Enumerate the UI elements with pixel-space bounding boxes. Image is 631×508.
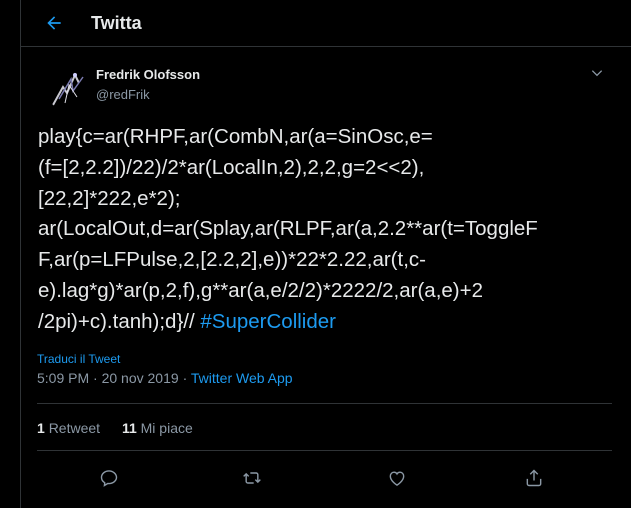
meta-separator: · xyxy=(93,370,98,386)
tweet-detail-panel: Twitta Fredrik Olofsson @redFrik play{c=… xyxy=(20,0,631,508)
tweet-text-line: e).lag*g)*ar(p,2,f),g**ar(a,e/2/2)*2222/… xyxy=(38,278,483,302)
tweet-text-line: F,ar(p=LFPulse,2,[2.2,2],e))*22*2.22,ar(… xyxy=(38,248,426,272)
author-handle[interactable]: @redFrik xyxy=(96,87,150,102)
tweet-text-line: play{c=ar(RHPF,ar(CombN,ar(a=SinOsc,e= xyxy=(38,125,433,148)
tweet-date[interactable]: 20 nov 2019 xyxy=(102,370,179,386)
retweet-icon xyxy=(243,472,261,484)
hashtag-link[interactable]: #SuperCollider xyxy=(200,310,336,333)
tweet-text-line: (f=[2,2.2])/22)/2*ar(LocalIn,2),2,2,g=2<… xyxy=(38,155,425,179)
author-name[interactable]: Fredrik Olofsson xyxy=(96,67,200,82)
reply-icon xyxy=(100,470,118,487)
tweet-meta: 5:09 PM · 20 nov 2019 · Twitter Web App xyxy=(37,370,293,386)
tweet-actions xyxy=(21,463,631,493)
retweets-count: 1 xyxy=(37,420,45,436)
reply-button[interactable] xyxy=(94,463,124,493)
meta-separator: · xyxy=(182,370,188,386)
tweet-stats: 1 Retweet 11 Mi piace xyxy=(37,420,193,436)
page-title: Twitta xyxy=(91,13,142,33)
header: Twitta xyxy=(21,0,631,47)
share-button[interactable] xyxy=(519,463,549,493)
avatar[interactable] xyxy=(45,63,93,111)
share-icon xyxy=(526,469,542,487)
tweet-text-line: [22,2]*222,e*2); xyxy=(38,186,181,210)
like-button[interactable] xyxy=(382,463,412,493)
tweet-text-line: /2pi)+c).tanh);d}// xyxy=(38,309,201,333)
like-icon xyxy=(389,471,405,486)
tweet-time[interactable]: 5:09 PM xyxy=(37,370,89,386)
chevron-down-icon xyxy=(591,70,603,77)
retweets-stat[interactable]: 1 Retweet xyxy=(37,420,100,436)
likes-label: Mi piace xyxy=(140,420,193,436)
retweets-label: Retweet xyxy=(48,420,101,436)
divider xyxy=(37,403,612,404)
back-button[interactable] xyxy=(41,10,67,36)
tweet-text: play{c=ar(RHPF,ar(CombN,ar(a=SinOsc,e= (… xyxy=(38,122,613,338)
source-app-link[interactable]: Twitter Web App xyxy=(191,370,293,386)
retweet-button[interactable] xyxy=(237,463,267,493)
likes-stat[interactable]: 11 Mi piace xyxy=(122,420,193,436)
arrow-left-icon xyxy=(47,16,61,30)
more-options-button[interactable] xyxy=(588,64,606,82)
translate-tweet-link[interactable]: Traduci il Tweet xyxy=(37,352,120,366)
likes-count: 11 xyxy=(121,420,137,436)
avatar-image xyxy=(45,63,93,111)
divider xyxy=(37,450,612,451)
tweet-text-line: ar(LocalOut,d=ar(Splay,ar(RLPF,ar(a,2.2*… xyxy=(38,217,538,241)
